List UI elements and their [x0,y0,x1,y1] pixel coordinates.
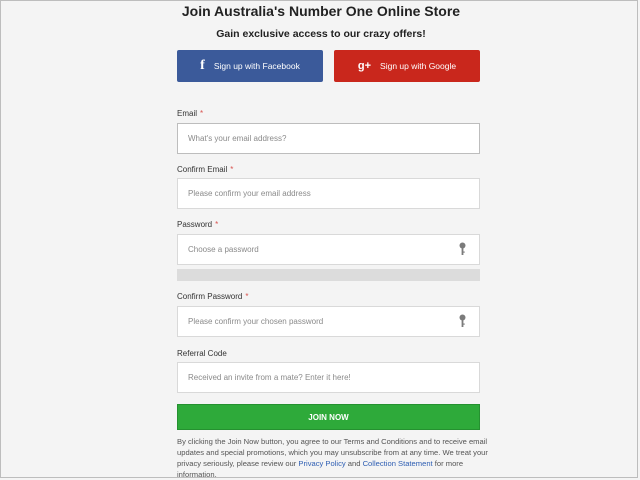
required-mark: * [245,292,249,301]
confirm-password-input[interactable] [177,306,480,337]
referral-code-input[interactable] [177,362,480,393]
confirm-email-label: Confirm Email * [177,165,234,174]
confirm-password-label: Confirm Password * [177,292,249,301]
email-label: Email * [177,109,204,118]
password-label: Password * [177,220,219,229]
google-signup-label: Sign up with Google [380,61,457,71]
confirm-email-input[interactable] [177,178,480,209]
page-frame: Join Australia's Number One Online Store… [0,0,638,479]
collection-statement-link[interactable]: Collection Statement [363,459,433,468]
required-mark: * [200,109,204,118]
password-input[interactable] [177,234,480,265]
privacy-policy-link[interactable]: Privacy Policy [298,459,345,468]
google-signup-button[interactable]: g+ Sign up with Google [334,50,480,82]
password-strength-bar [177,269,480,281]
email-input[interactable] [177,123,480,154]
required-mark: * [215,220,219,229]
required-mark: * [230,165,234,174]
facebook-signup-label: Sign up with Facebook [213,61,300,71]
key-icon[interactable] [459,314,466,328]
join-now-button[interactable]: JOIN NOW [177,404,480,430]
terms-text: By clicking the Join Now button, you agr… [177,437,488,479]
facebook-signup-button[interactable]: f Sign up with Facebook [177,50,323,82]
referral-code-label: Referral Code [177,349,227,358]
page-subtitle: Gain exclusive access to our crazy offer… [216,28,426,40]
page-title: Join Australia's Number One Online Store [181,3,461,19]
key-icon[interactable] [459,242,466,256]
facebook-icon: f [200,58,205,73]
google-plus-icon: g+ [357,60,372,72]
